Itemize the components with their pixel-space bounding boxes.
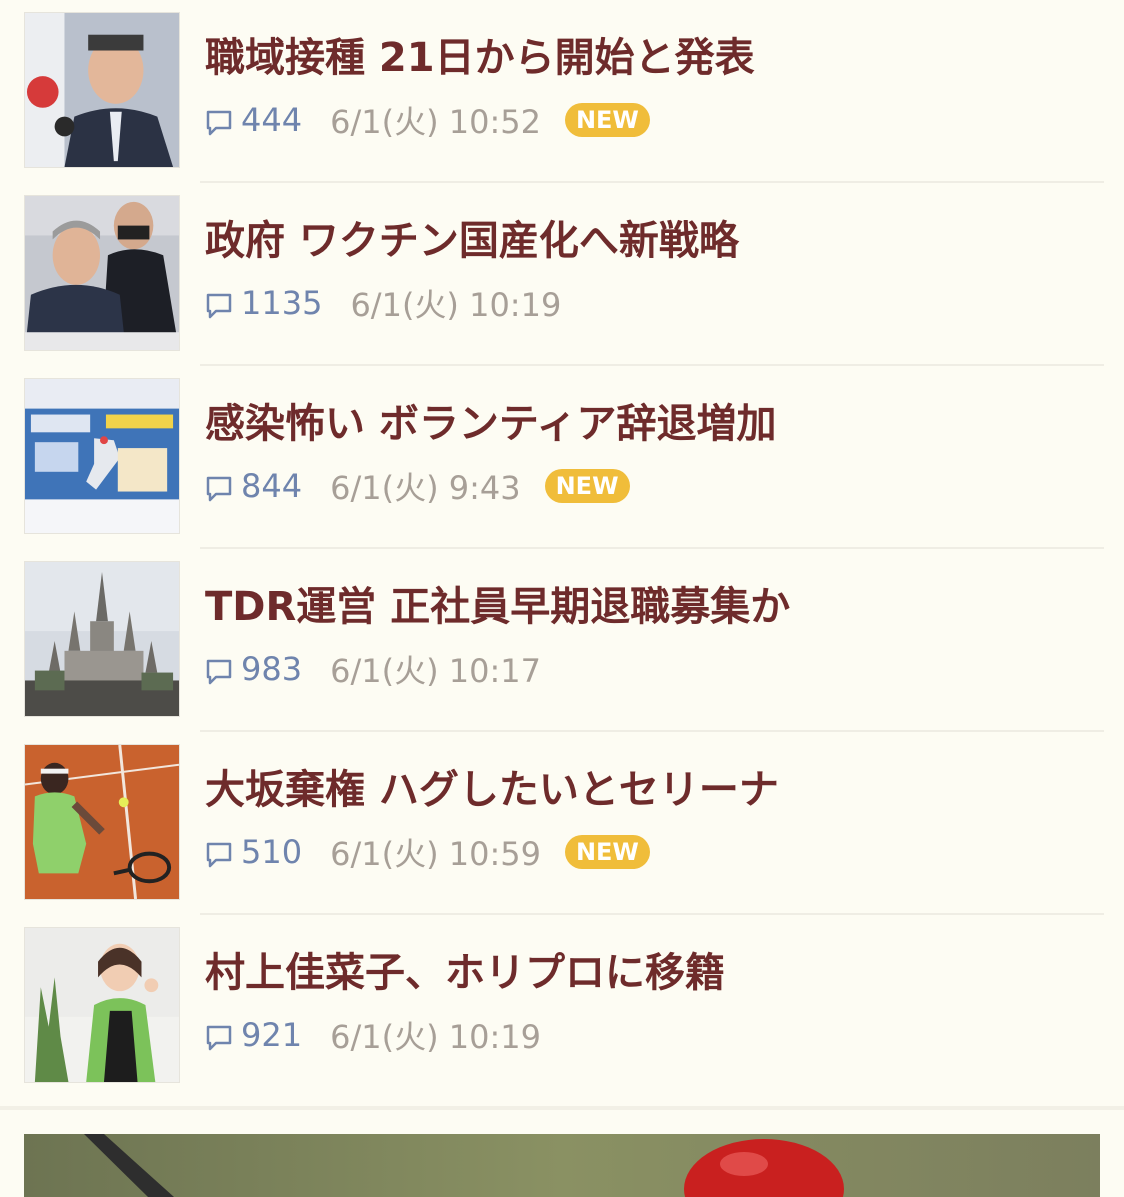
- comment-count: 844: [241, 467, 303, 505]
- news-item-5[interactable]: 大坂棄権 ハグしたいとセリーナ 510 6/1(火) 10:59 NEW: [0, 732, 1124, 915]
- news-headline[interactable]: 村上佳菜子、ホリプロに移籍: [205, 945, 725, 1001]
- woman-portrait-photo: [25, 928, 179, 1082]
- speech-bubble-icon: [206, 293, 232, 319]
- speech-bubble-icon: [206, 110, 232, 136]
- comment-count: 921: [241, 1016, 303, 1054]
- timestamp: 6/1(火) 9:43: [330, 469, 521, 507]
- comment-count: 444: [241, 101, 303, 139]
- new-badge: NEW: [564, 835, 650, 869]
- baseball-banner-photo: [24, 1134, 1100, 1197]
- news-item-6[interactable]: 村上佳菜子、ホリプロに移籍 921 6/1(火) 10:19: [0, 915, 1124, 1098]
- castle-photo: [25, 562, 179, 716]
- section-divider: [0, 1106, 1124, 1110]
- tv-map-screenshot: [25, 379, 179, 533]
- news-item-4[interactable]: TDR運営 正社員早期退職募集か 983 6/1(火) 10:17: [0, 549, 1124, 732]
- speech-bubble-icon: [206, 659, 232, 685]
- feature-banner[interactable]: [24, 1134, 1100, 1197]
- news-thumbnail-3[interactable]: [24, 378, 180, 534]
- speech-bubble-icon: [206, 1025, 232, 1051]
- news-headline[interactable]: TDR運営 正社員早期退職募集か: [205, 579, 790, 635]
- news-meta: 983 6/1(火) 10:17: [205, 649, 565, 690]
- comment-count: 1135: [241, 284, 323, 322]
- news-meta: 1135 6/1(火) 10:19: [205, 283, 585, 324]
- tennis-player-photo: [25, 745, 179, 899]
- news-thumbnail-4[interactable]: [24, 561, 180, 717]
- news-item-2[interactable]: 政府 ワクチン国産化へ新戦略 1135 6/1(火) 10:19: [0, 183, 1124, 366]
- news-meta: 844 6/1(火) 9:43 NEW: [205, 466, 630, 507]
- news-headline[interactable]: 職域接種 21日から開始と発表: [205, 30, 755, 86]
- news-meta: 510 6/1(火) 10:59 NEW: [205, 832, 650, 873]
- news-item-1[interactable]: 職域接種 21日から開始と発表 444 6/1(火) 10:52 NEW: [0, 0, 1124, 183]
- timestamp: 6/1(火) 10:19: [330, 1018, 541, 1056]
- new-badge: NEW: [544, 469, 630, 503]
- news-thumbnail-5[interactable]: [24, 744, 180, 900]
- news-headline[interactable]: 感染怖い ボランティア辞退増加: [205, 396, 777, 452]
- news-thumbnail-6[interactable]: [24, 927, 180, 1083]
- news-headline[interactable]: 政府 ワクチン国産化へ新戦略: [205, 213, 739, 269]
- news-headline[interactable]: 大坂棄権 ハグしたいとセリーナ: [205, 762, 779, 818]
- timestamp: 6/1(火) 10:19: [350, 286, 562, 324]
- news-meta: 921 6/1(火) 10:19: [205, 1015, 565, 1056]
- timestamp: 6/1(火) 10:52: [330, 103, 541, 141]
- speech-bubble-icon: [206, 476, 232, 502]
- new-badge: NEW: [564, 103, 650, 137]
- news-thumbnail-2[interactable]: [24, 195, 180, 351]
- timestamp: 6/1(火) 10:17: [330, 652, 541, 690]
- speech-bubble-icon: [206, 842, 232, 868]
- timestamp: 6/1(火) 10:59: [330, 835, 541, 873]
- press-conference-photo: [25, 13, 179, 167]
- comment-count: 983: [241, 650, 303, 688]
- government-meeting-photo: [25, 196, 179, 350]
- comment-count: 510: [241, 833, 303, 871]
- news-item-3[interactable]: 感染怖い ボランティア辞退増加 844 6/1(火) 9:43 NEW: [0, 366, 1124, 549]
- news-thumbnail-1[interactable]: [24, 12, 180, 168]
- news-meta: 444 6/1(火) 10:52 NEW: [205, 100, 650, 141]
